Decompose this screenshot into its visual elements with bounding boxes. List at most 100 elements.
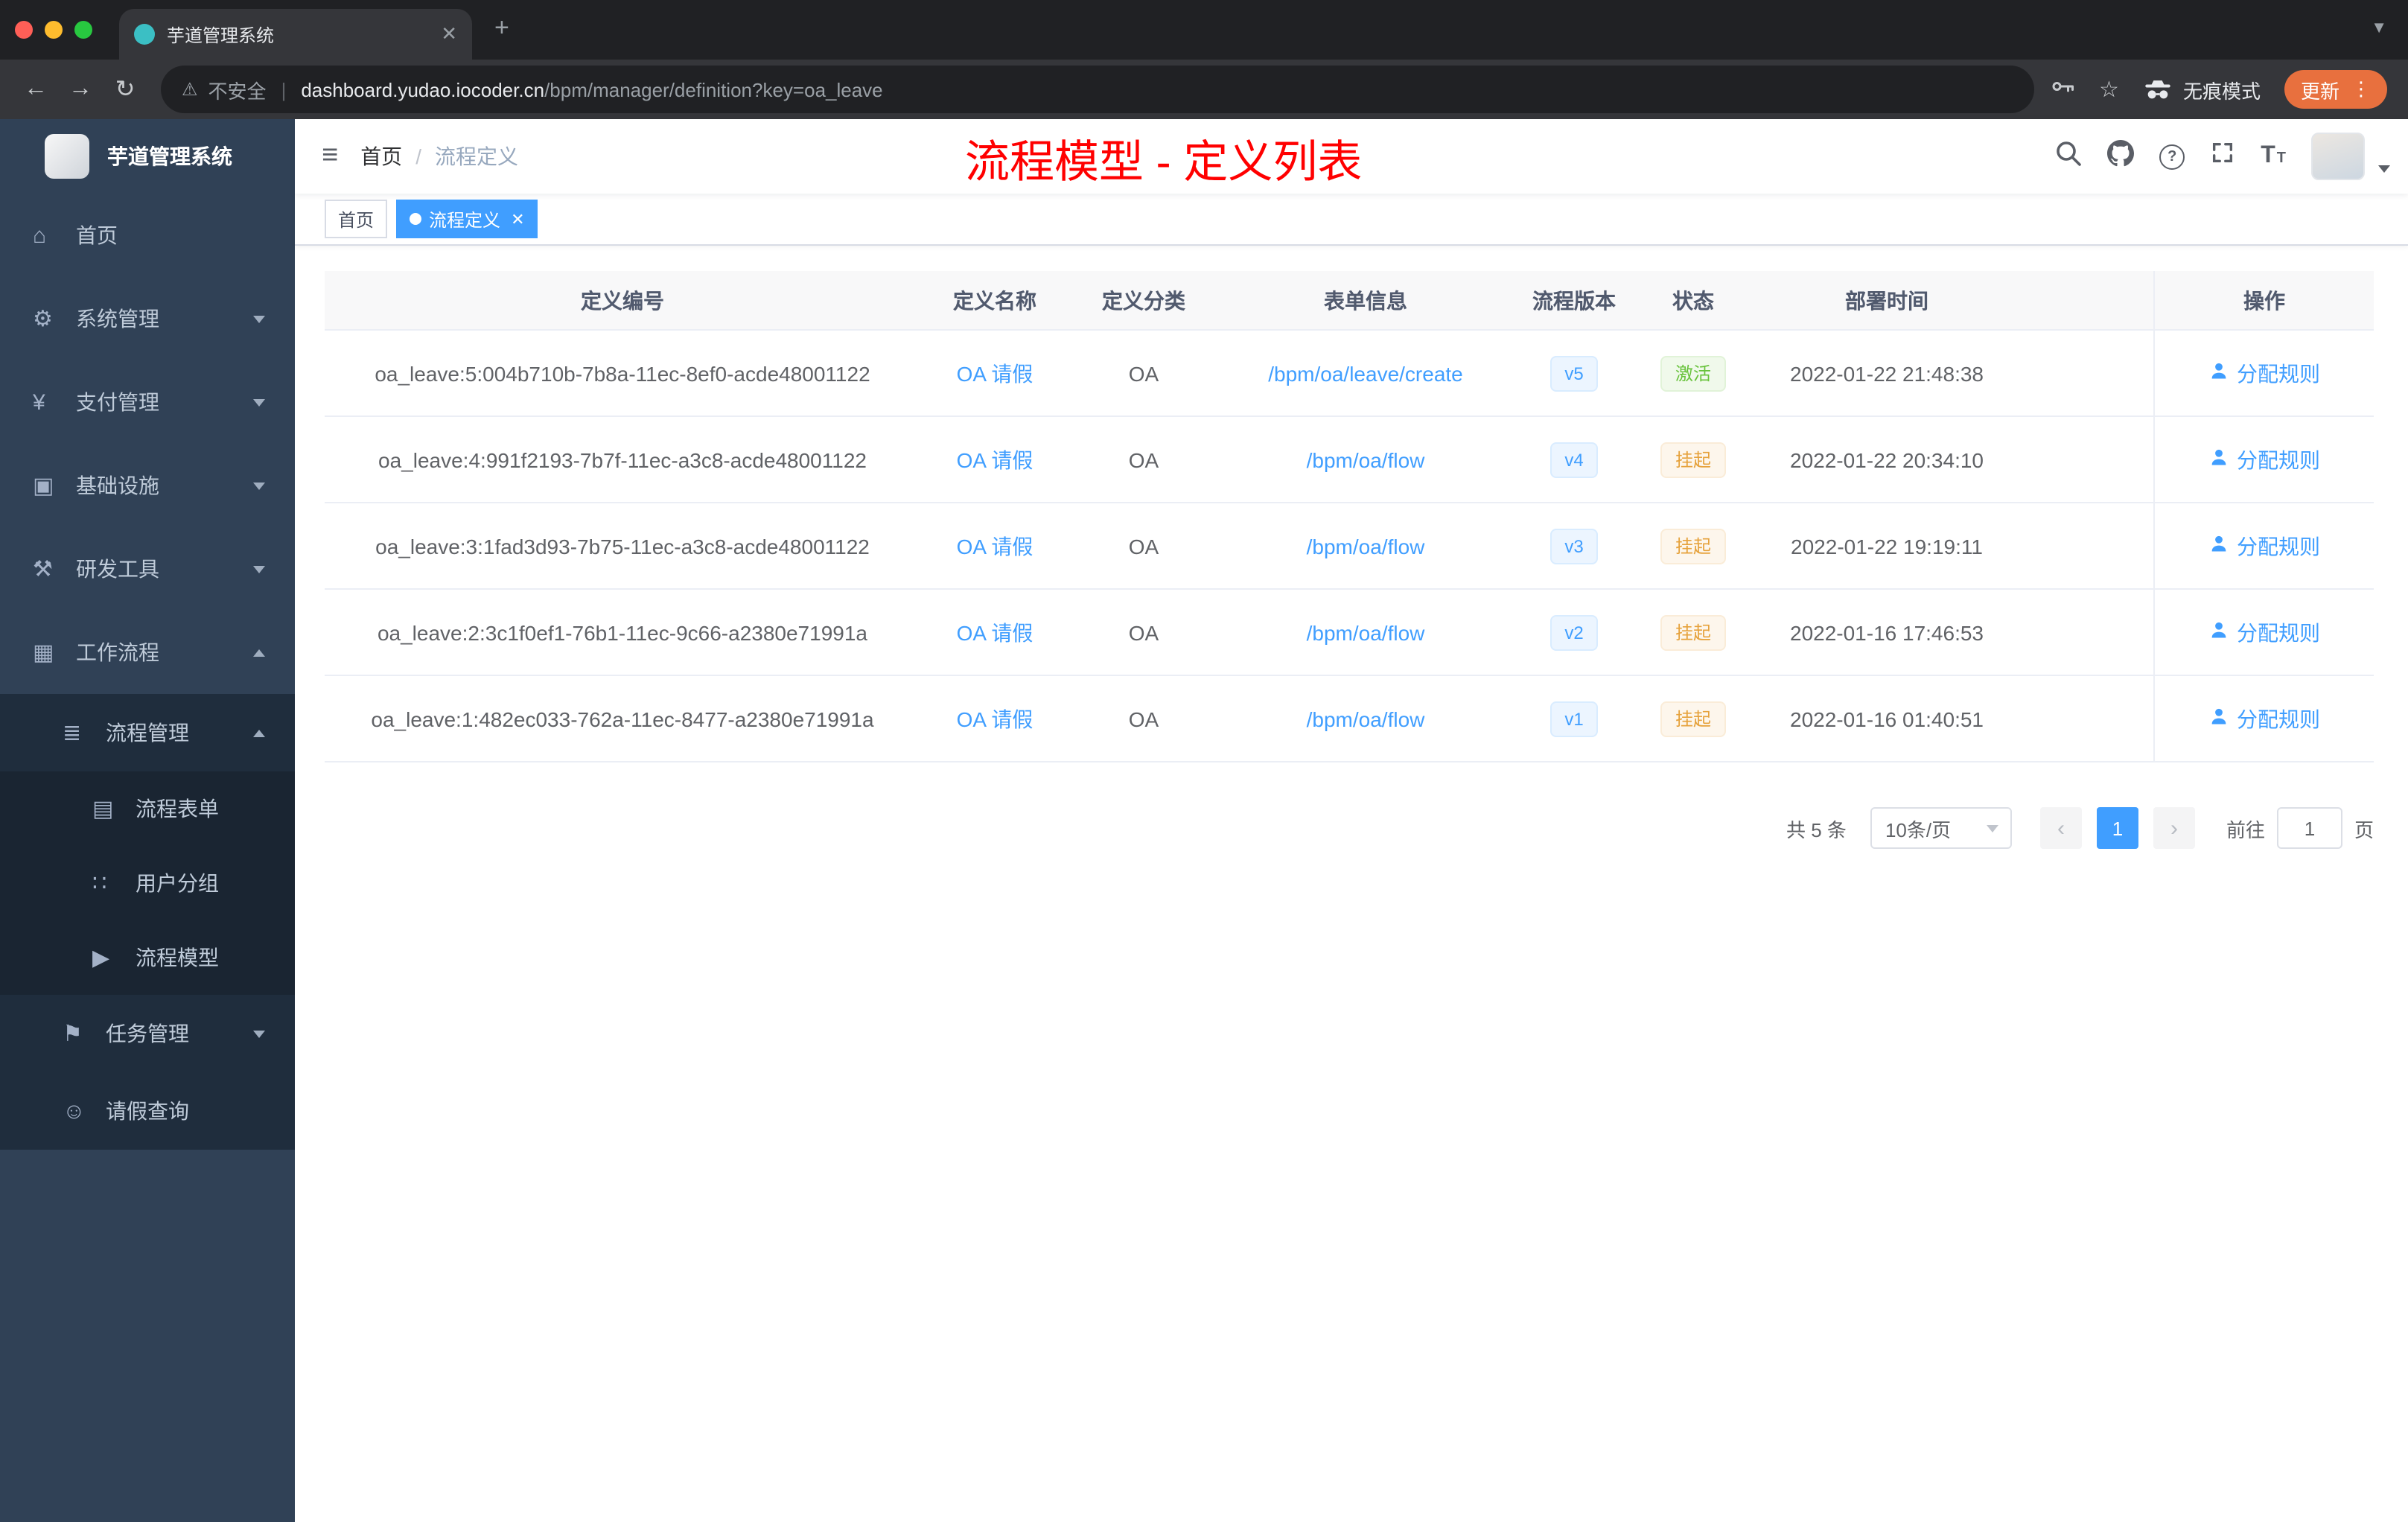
tag-active[interactable]: 流程定义 ✕ xyxy=(396,200,538,238)
row-filler xyxy=(2022,590,2153,675)
window-zoom-button[interactable] xyxy=(74,21,92,39)
browser-tab[interactable]: 芋道管理系统 ✕ xyxy=(119,9,472,60)
form-info-link[interactable]: /bpm/oa/flow xyxy=(1307,448,1425,471)
app-title: 芋道管理系统 xyxy=(107,144,232,168)
avatar-dropdown-chevron-icon[interactable] xyxy=(2378,165,2390,172)
sidebar-item-process-model[interactable]: ▶ 流程模型 xyxy=(0,920,295,995)
assign-rule-link[interactable]: 分配规则 xyxy=(2208,358,2320,388)
definition-name-link[interactable]: OA 请假 xyxy=(957,704,1033,733)
definition-category-cell: OA xyxy=(1128,707,1159,730)
sidebar-item-process-form[interactable]: ▤ 流程表单 xyxy=(0,771,295,846)
hamburger-icon[interactable]: ≡ xyxy=(295,140,360,173)
update-button[interactable]: 更新 ⋮ xyxy=(2284,70,2387,109)
status-badge: 挂起 xyxy=(1660,614,1726,650)
github-icon[interactable] xyxy=(2107,139,2135,173)
form-info-link[interactable]: /bpm/oa/flow xyxy=(1307,534,1425,558)
definition-name-link[interactable]: OA 请假 xyxy=(957,531,1033,561)
tab-search-chevron-icon[interactable]: ▼ xyxy=(2371,19,2387,37)
browser-toolbar: ← → ↻ ⚠ 不安全 | dashboard.yudao.iocoder.cn… xyxy=(0,60,2408,119)
action-cell: 分配规则 xyxy=(2153,676,2374,761)
sidebar-item-system[interactable]: ⚙ 系统管理 xyxy=(0,277,295,360)
assign-rule-link[interactable]: 分配规则 xyxy=(2208,531,2320,561)
security-label[interactable]: 不安全 xyxy=(208,75,267,104)
font-size-icon[interactable]: TT xyxy=(2261,143,2286,170)
assign-rule-link[interactable]: 分配规则 xyxy=(2208,617,2320,647)
definition-name-link[interactable]: OA 请假 xyxy=(957,445,1033,474)
user-avatar[interactable] xyxy=(2311,133,2365,180)
status-cell: 激活 xyxy=(1635,331,1751,415)
forward-icon[interactable]: → xyxy=(60,76,101,103)
process-list-icon: ≣ xyxy=(63,721,82,746)
sidebar-logo[interactable]: 芋道管理系统 xyxy=(0,119,295,194)
form-info-link[interactable]: /bpm/oa/flow xyxy=(1307,707,1425,730)
row-filler xyxy=(2022,331,2153,415)
assign-rule-link[interactable]: 分配规则 xyxy=(2208,445,2320,474)
sidebar-item-workflow[interactable]: ▦ 工作流程 xyxy=(0,611,295,694)
infra-icon: ▣ xyxy=(33,474,54,499)
sidebar-item-infra[interactable]: ▣ 基础设施 xyxy=(0,444,295,527)
url-text[interactable]: dashboard.yudao.iocoder.cn/bpm/manager/d… xyxy=(301,78,882,101)
assign-rule-link[interactable]: 分配规则 xyxy=(2208,704,2320,733)
logo-avatar xyxy=(45,134,89,179)
version-cell: v5 xyxy=(1513,331,1635,415)
address-bar[interactable]: ⚠ 不安全 | dashboard.yudao.iocoder.cn/bpm/m… xyxy=(161,66,2034,113)
next-page-button[interactable]: › xyxy=(2153,807,2195,849)
definition-name-link[interactable]: OA 请假 xyxy=(957,358,1033,388)
key-icon[interactable] xyxy=(2048,72,2075,106)
sidebar-item-home[interactable]: ⌂ 首页 xyxy=(0,194,295,277)
page-number-button[interactable]: 1 xyxy=(2096,807,2138,849)
chevron-down-icon xyxy=(253,1030,265,1037)
navbar-actions: ? TT xyxy=(2055,133,2408,180)
definition-name-link[interactable]: OA 请假 xyxy=(957,617,1033,647)
chevron-down-icon xyxy=(253,398,265,406)
chevron-down-icon xyxy=(253,315,265,322)
prev-page-button[interactable]: ‹ xyxy=(2039,807,2082,849)
back-icon[interactable]: ← xyxy=(15,76,57,103)
tag-item[interactable]: 首页 xyxy=(325,200,388,238)
breadcrumb-current: 流程定义 xyxy=(434,144,518,168)
new-tab-button[interactable]: + xyxy=(494,13,509,43)
form-info-link[interactable]: /bpm/oa/flow xyxy=(1307,620,1425,644)
search-icon[interactable] xyxy=(2055,139,2082,173)
status-badge: 挂起 xyxy=(1660,528,1726,564)
help-icon[interactable]: ? xyxy=(2159,144,2185,169)
incognito-label: 无痕模式 xyxy=(2182,80,2261,102)
breadcrumb-home[interactable]: 首页 xyxy=(360,141,402,171)
definition-id-cell: oa_leave:2:3c1f0ef1-76b1-11ec-9c66-a2380… xyxy=(377,620,867,644)
menu-dots-icon[interactable]: ⋮ xyxy=(2351,77,2371,101)
status-badge: 挂起 xyxy=(1660,701,1726,736)
table-body: oa_leave:5:004b710b-7b8a-11ec-8ef0-acde4… xyxy=(325,331,2374,762)
sidebar-item-payment[interactable]: ¥ 支付管理 xyxy=(0,360,295,444)
form-info-cell: /bpm/oa/leave/create xyxy=(1218,331,1513,415)
close-icon[interactable]: ✕ xyxy=(511,209,524,229)
form-info-cell: /bpm/oa/flow xyxy=(1218,676,1513,761)
goto-page-input[interactable] xyxy=(2276,807,2342,849)
sidebar-item-user-group[interactable]: ∷ 用户分组 xyxy=(0,846,295,920)
bookmark-star-icon[interactable]: ☆ xyxy=(2099,76,2119,103)
tab-close-icon[interactable]: ✕ xyxy=(441,22,457,46)
page-content: 定义编号 定义名称 定义分类 表单信息 流程版本 状态 部署时间 操作 oa_leave:5:… xyxy=(295,246,2408,849)
send-icon: ▶ xyxy=(92,946,110,971)
sidebar-item-task-manage[interactable]: ⚑ 任务管理 xyxy=(0,995,295,1072)
sidebar-item-leave-query[interactable]: ☺ 请假查询 xyxy=(0,1072,295,1150)
form-info-link[interactable]: /bpm/oa/leave/create xyxy=(1268,361,1463,385)
version-cell: v4 xyxy=(1513,417,1635,502)
row-filler xyxy=(2022,417,2153,502)
definition-id-cell: oa_leave:4:991f2193-7b7f-11ec-a3c8-acde4… xyxy=(378,448,867,471)
sidebar-item-process-manage[interactable]: ≣ 流程管理 xyxy=(0,694,295,771)
warning-icon: ⚠ xyxy=(182,79,198,100)
sidebar-menu: ⌂ 首页 ⚙ 系统管理 ¥ 支付管理 ▣ 基础设施 ⚒ 研发工具 ▦ 工作流程 ≣ 流程管理 ▤ 流程表单 ∷ 用… xyxy=(0,194,295,1150)
action-cell: 分配规则 xyxy=(2153,503,2374,588)
fullscreen-icon[interactable] xyxy=(2210,140,2235,173)
table-row: oa_leave:2:3c1f0ef1-76b1-11ec-9c66-a2380… xyxy=(325,590,2374,676)
sidebar-item-devtools[interactable]: ⚒ 研发工具 xyxy=(0,527,295,611)
reload-icon[interactable]: ↻ xyxy=(104,74,146,104)
table-row: oa_leave:3:1fad3d93-7b75-11ec-a3c8-acde4… xyxy=(325,503,2374,590)
page-size-select[interactable]: 10条/页 xyxy=(1870,807,2012,849)
version-badge: v3 xyxy=(1549,528,1599,564)
sidebar-item-label: 流程模型 xyxy=(136,946,219,969)
window-close-button[interactable] xyxy=(15,21,33,39)
sidebar-item-label: 流程管理 xyxy=(106,721,189,745)
window-minimize-button[interactable] xyxy=(45,21,63,39)
user-icon xyxy=(2208,706,2229,731)
